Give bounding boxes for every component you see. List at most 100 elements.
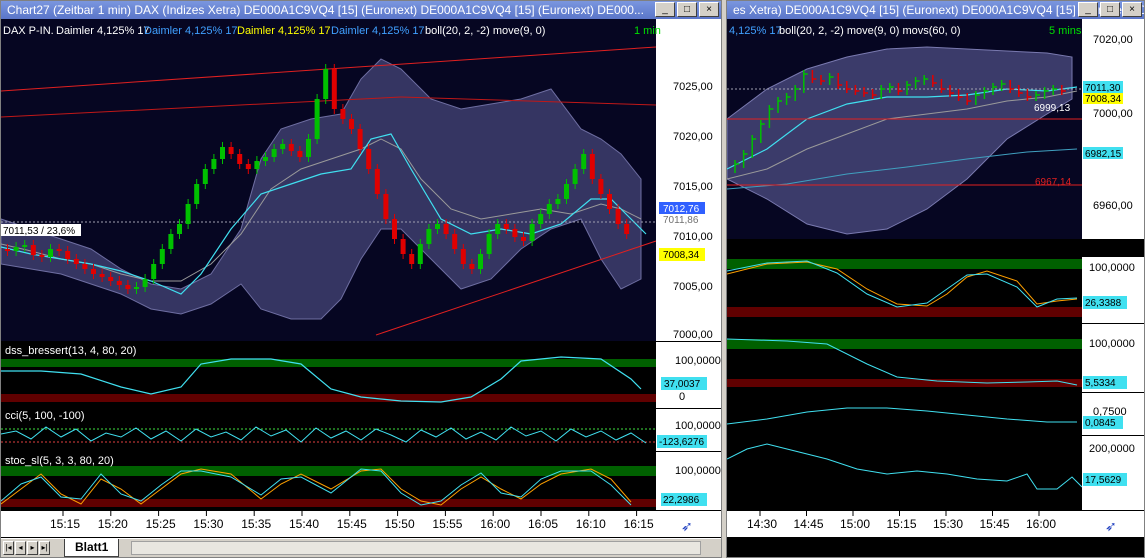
candle-body	[306, 139, 311, 157]
maximize-button-2[interactable]: □	[1100, 2, 1120, 17]
interval-label: 1 min	[634, 25, 661, 37]
candle-body	[572, 169, 578, 184]
price-tick-7005: 7005,00	[673, 281, 713, 293]
candle-body	[288, 144, 294, 151]
time-tick-label: 15:30	[933, 517, 963, 531]
candle-body	[529, 224, 535, 241]
chart-window-5min[interactable]: es Xetra) DE000A1C9VQ4 [15] (Euronext) D…	[726, 0, 1145, 558]
candle-body	[478, 254, 483, 269]
candle-body	[598, 179, 604, 194]
horizontal-scrollbar[interactable]	[131, 541, 701, 555]
time-tick-label: 16:00	[1026, 517, 1056, 531]
candle-body	[546, 204, 552, 214]
sheet-tab-blatt1[interactable]: Blatt1	[64, 539, 120, 557]
price-tick-7015: 7015,00	[673, 181, 713, 193]
fib-label: 7011,53 / 23,6%	[3, 226, 75, 237]
scroll-arrow-icon[interactable]: ➶	[681, 518, 693, 534]
candle-body	[409, 254, 415, 264]
scroll-arrow-icon-2[interactable]: ➶	[1105, 518, 1117, 534]
candle-body	[589, 154, 595, 179]
candle-body	[116, 281, 122, 285]
candle-body	[495, 224, 501, 234]
dss-lower-zone	[1, 394, 656, 402]
candle-body	[297, 151, 303, 157]
osc-lower-zone-r1	[727, 307, 1082, 317]
dss-axis-top: 100,0000	[675, 355, 721, 367]
first-sheet-icon[interactable]: |◂	[3, 541, 14, 555]
dss-label: dss_bressert(13, 4, 80, 20)	[5, 345, 136, 357]
price-tick-7020-r: 7020,00	[1093, 34, 1133, 46]
prev-sheet-icon[interactable]: ◂	[15, 541, 26, 555]
candle-body	[460, 249, 466, 264]
dss-badge-text: 37,0037	[664, 379, 701, 390]
price-badge-sma-text: 7011,86	[663, 215, 699, 226]
osc-badge-r4-text: 17,5629	[1085, 475, 1122, 486]
price-tick-7020: 7020,00	[673, 131, 713, 143]
candle-body	[22, 245, 28, 247]
candle-body	[48, 249, 53, 257]
candle-body	[39, 255, 45, 257]
candle-body	[134, 287, 139, 289]
cci-label: cci(5, 100, -100)	[5, 410, 84, 422]
candle-body	[331, 69, 337, 109]
price-tick-7000: 7000,00	[673, 329, 713, 341]
minimize-button-2[interactable]: _	[1078, 2, 1098, 17]
candle-body	[108, 277, 114, 281]
osc-panel-r3[interactable]	[727, 393, 1082, 435]
legend-series-3: Daimler 4,125% 17	[237, 25, 331, 37]
time-tick-label: 16:10	[576, 517, 606, 531]
time-tick-label: 15:50	[385, 517, 415, 531]
legend-series-1: Daimler 4,125% 17	[56, 25, 150, 37]
candle-body	[357, 129, 363, 149]
candle-body	[555, 199, 561, 204]
candle-body	[125, 285, 131, 289]
candle-body	[486, 234, 492, 254]
indicator-legend-2: boll(20, 2, -2) move(9, 0) movs(60, 0)	[779, 25, 961, 37]
maximize-button[interactable]: □	[677, 2, 697, 17]
window-title-bar-2[interactable]: es Xetra) DE000A1C9VQ4 [15] (Euronext) D…	[727, 1, 1144, 19]
candle-body	[435, 224, 440, 229]
cci-badge-text: -123,6276	[659, 437, 704, 448]
close-button-2[interactable]: ×	[1122, 2, 1142, 17]
osc-axis-r2-top: 100,0000	[1089, 338, 1135, 350]
candle-body	[426, 229, 432, 244]
time-tick-label: 16:15	[624, 517, 654, 531]
price-tick-7000-r: 7000,00	[1093, 108, 1133, 120]
chart-window-1min[interactable]: Chart27 (Zeitbar 1 min) DAX (Indizes Xet…	[0, 0, 722, 558]
candle-body	[400, 239, 406, 254]
candle-body	[564, 184, 569, 199]
candle-body	[211, 159, 217, 169]
candle-body	[220, 147, 225, 159]
time-tick-label: 15:25	[146, 517, 176, 531]
last-price-badge-text: 7008,34	[663, 250, 700, 261]
candle-body	[624, 224, 630, 234]
candle-body	[142, 279, 148, 287]
candle-body	[263, 157, 268, 161]
time-tick-label: 15:45	[337, 517, 367, 531]
last-sheet-icon[interactable]: ▸|	[39, 541, 50, 555]
candle-body	[82, 264, 88, 269]
cci-panel[interactable]	[1, 409, 656, 451]
candle-body	[443, 224, 449, 234]
chart-canvas-1min[interactable]: 7025,00 7020,00 7015,00 7010,00 7005,00 …	[1, 19, 721, 537]
candle-body	[99, 274, 105, 277]
minimize-button[interactable]: _	[655, 2, 675, 17]
candle-body	[615, 209, 621, 224]
candle-body	[73, 259, 79, 264]
legend-series-2: Daimler 4,125% 17	[144, 25, 238, 37]
next-sheet-icon[interactable]: ▸	[27, 541, 38, 555]
time-tick-label: 15:00	[840, 517, 870, 531]
indicator-legend: boll(20, 2, -2) move(9, 0)	[425, 25, 545, 37]
candle-body	[159, 249, 165, 264]
chart-canvas-5min[interactable]: 4,125% 17 boll(20, 2, -2) move(9, 0) mov…	[727, 19, 1144, 537]
candle-body	[383, 194, 389, 219]
dss-axis	[656, 342, 721, 408]
level-label-6967: 6967,14	[1035, 177, 1072, 188]
window-title-bar[interactable]: Chart27 (Zeitbar 1 min) DAX (Indizes Xet…	[1, 1, 721, 19]
price-tick-7025: 7025,00	[673, 81, 713, 93]
candle-body	[417, 244, 423, 264]
stoch-lower-zone	[1, 499, 656, 507]
candle-body	[237, 154, 243, 164]
close-button[interactable]: ×	[699, 2, 719, 17]
legend-series-4: Daimler 4,125% 17	[331, 25, 425, 37]
